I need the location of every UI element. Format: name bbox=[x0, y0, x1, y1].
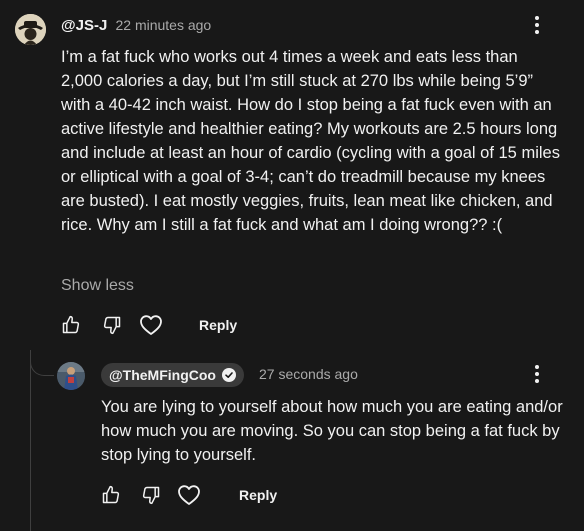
thread-connector bbox=[30, 350, 54, 376]
reply-button[interactable]: Reply bbox=[199, 317, 237, 333]
dislike-icon[interactable] bbox=[100, 313, 124, 337]
show-less-button[interactable]: Show less bbox=[61, 275, 134, 297]
comment-timestamp[interactable]: 22 minutes ago bbox=[115, 17, 211, 33]
reply-avatar[interactable] bbox=[57, 362, 85, 390]
comment-header: @JS-J 22 minutes ago bbox=[61, 15, 211, 36]
comment-thread: @JS-J 22 minutes ago I’m a fat fuck who … bbox=[0, 0, 584, 531]
reply-button[interactable]: Reply bbox=[239, 487, 277, 503]
heart-icon[interactable] bbox=[175, 483, 203, 507]
heart-icon[interactable] bbox=[137, 313, 165, 337]
thread-line bbox=[30, 350, 31, 531]
more-vertical-icon[interactable] bbox=[527, 13, 547, 37]
like-icon[interactable] bbox=[59, 313, 83, 337]
comment-text: I’m a fat fuck who works out 4 times a w… bbox=[61, 48, 560, 234]
reply-author-name[interactable]: @TheMFingCoo bbox=[109, 367, 216, 383]
reply-text: You are lying to yourself about how much… bbox=[101, 398, 563, 464]
verified-icon bbox=[221, 368, 236, 382]
author-name[interactable]: @JS-J bbox=[61, 17, 107, 34]
more-vertical-icon[interactable] bbox=[527, 362, 547, 386]
reply-actions: Reply bbox=[99, 483, 277, 507]
reply-author-chip[interactable]: @TheMFingCoo bbox=[101, 363, 244, 387]
dislike-icon[interactable] bbox=[139, 483, 163, 507]
avatar-image bbox=[15, 14, 46, 45]
avatar[interactable] bbox=[15, 14, 46, 45]
reply-timestamp[interactable]: 27 seconds ago bbox=[259, 366, 358, 382]
comment-actions: Reply bbox=[59, 313, 237, 337]
like-icon[interactable] bbox=[99, 483, 123, 507]
reply-avatar-image bbox=[57, 362, 85, 390]
